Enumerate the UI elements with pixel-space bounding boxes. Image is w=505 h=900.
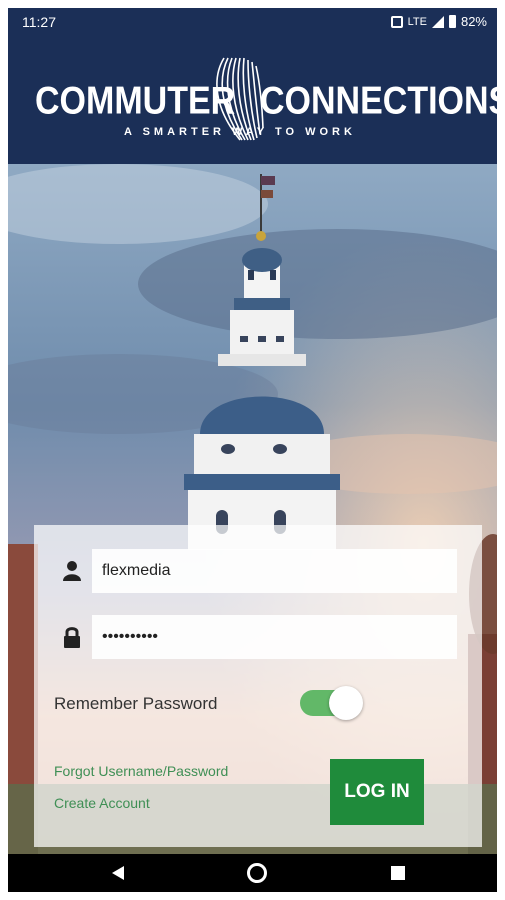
person-icon (52, 561, 92, 581)
phone-screen: 11:27 LTE 82% COMMUTER CONNECTIONS A SMA… (8, 8, 497, 892)
logo-text-left: COMMUTER (35, 79, 236, 123)
status-time: 11:27 (22, 14, 56, 30)
password-input[interactable] (92, 615, 457, 659)
android-nav-bar (8, 854, 497, 892)
status-icons: LTE 82% (390, 14, 487, 29)
battery-percent: 82% (460, 14, 487, 29)
log-in-button[interactable]: LOG IN (330, 759, 424, 825)
create-account-link[interactable]: Create Account (54, 795, 150, 811)
vibrate-icon (390, 15, 403, 28)
remember-password-label: Remember Password (54, 694, 218, 713)
remember-password-toggle[interactable] (300, 685, 363, 721)
username-input[interactable] (92, 549, 457, 593)
login-panel: Remember Password Forgot Username/Passwo… (34, 525, 482, 847)
app-header: COMMUTER CONNECTIONS A SMARTER WAY TO WO… (8, 36, 497, 164)
logo-text-right: CONNECTIONS (260, 79, 497, 123)
logo-tagline: A SMARTER WAY TO WORK (124, 126, 356, 138)
username-field (52, 549, 479, 593)
battery-icon (448, 15, 456, 28)
forgot-username-password-link[interactable]: Forgot Username/Password (54, 763, 228, 779)
network-label: LTE (407, 15, 427, 28)
lock-icon (52, 626, 92, 648)
signal-icon (431, 15, 444, 28)
commuter-connections-logo: COMMUTER CONNECTIONS A SMARTER WAY TO WO… (8, 36, 497, 164)
recents-square-icon[interactable] (391, 866, 405, 880)
home-circle-icon[interactable] (247, 863, 267, 883)
toggle-knob (329, 686, 363, 720)
status-bar: 11:27 LTE 82% (8, 8, 497, 36)
back-triangle-icon[interactable] (110, 865, 126, 881)
password-field (52, 615, 479, 659)
